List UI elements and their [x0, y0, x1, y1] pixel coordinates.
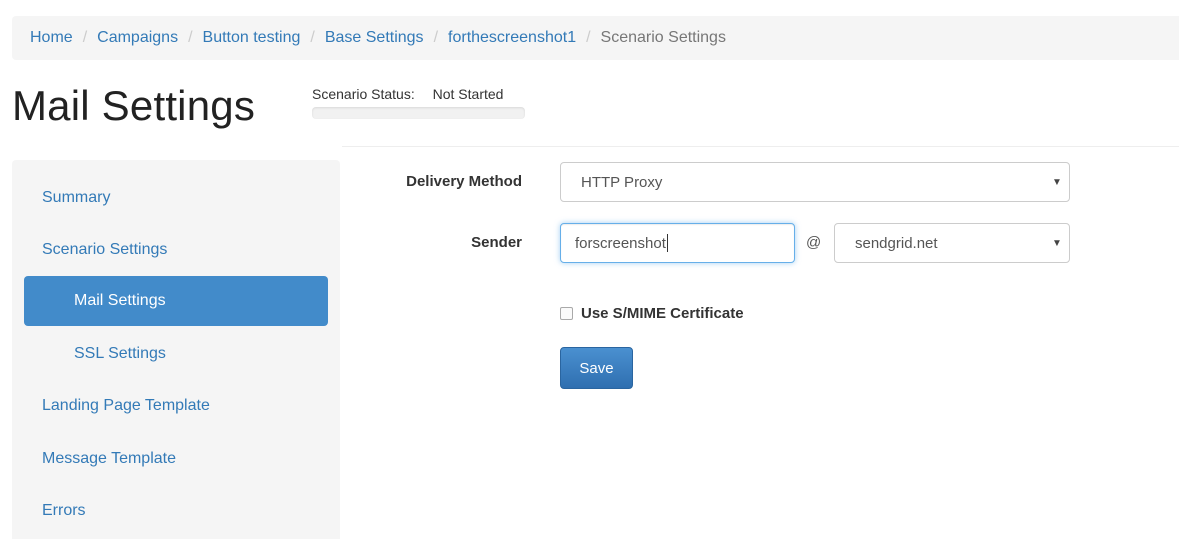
save-button[interactable]: Save [560, 347, 633, 389]
smime-checkbox-row: Use S/MIME Certificate [560, 305, 744, 322]
breadcrumb-campaigns[interactable]: Campaigns [97, 29, 178, 47]
delivery-method-value: HTTP Proxy [581, 173, 663, 191]
breadcrumb: Home / Campaigns / Button testing / Base… [12, 16, 1179, 60]
header-divider [342, 146, 1179, 147]
caret-down-icon: ▼ [1052, 237, 1062, 249]
smime-checkbox[interactable] [560, 307, 573, 320]
scenario-status-label: Scenario Status: [312, 86, 415, 102]
sidebar-item-mail-settings[interactable]: Mail Settings [24, 276, 328, 326]
sender-domain-select[interactable]: sendgrid.net ▼ [834, 223, 1070, 263]
text-cursor [666, 234, 668, 252]
sender-local-part-input[interactable]: forscreenshot [560, 223, 795, 263]
sender-domain-value: sendgrid.net [855, 234, 938, 252]
breadcrumb-separator: / [433, 29, 439, 46]
sidebar-item-landing-page-template[interactable]: Landing Page Template [12, 381, 340, 431]
at-sign: @ [806, 234, 822, 251]
breadcrumb-separator: / [310, 29, 315, 46]
page-title: Mail Settings [12, 82, 256, 129]
delivery-method-label: Delivery Method [406, 173, 522, 190]
breadcrumb-button-testing[interactable]: Button testing [203, 29, 301, 47]
sender-label: Sender [471, 234, 522, 251]
breadcrumb-separator: / [188, 29, 193, 46]
scenario-progress-bar [312, 107, 525, 119]
delivery-method-select[interactable]: HTTP Proxy ▼ [560, 162, 1070, 202]
sidebar-item-ssl-settings[interactable]: SSL Settings [12, 329, 340, 379]
sidebar: Summary Scenario Settings Mail Settings … [12, 160, 340, 539]
breadcrumb-base-settings[interactable]: Base Settings [325, 29, 424, 47]
sender-local-part-value: forscreenshot [575, 234, 666, 252]
scenario-status: Scenario Status: Not Started [312, 86, 503, 102]
sidebar-item-summary[interactable]: Summary [12, 173, 340, 223]
smime-checkbox-label[interactable]: Use S/MIME Certificate [581, 305, 744, 322]
breadcrumb-home[interactable]: Home [30, 29, 73, 47]
breadcrumb-forthescreenshot1[interactable]: forthescreenshot1 [448, 29, 576, 47]
sidebar-item-errors[interactable]: Errors [12, 486, 340, 536]
caret-down-icon: ▼ [1052, 176, 1062, 188]
scenario-status-value: Not Started [432, 86, 504, 102]
sidebar-item-message-template[interactable]: Message Template [12, 434, 340, 484]
breadcrumb-current: Scenario Settings [600, 29, 726, 46]
sidebar-item-scenario-settings[interactable]: Scenario Settings [12, 225, 340, 275]
breadcrumb-separator: / [586, 29, 591, 46]
breadcrumb-separator: / [82, 29, 88, 46]
